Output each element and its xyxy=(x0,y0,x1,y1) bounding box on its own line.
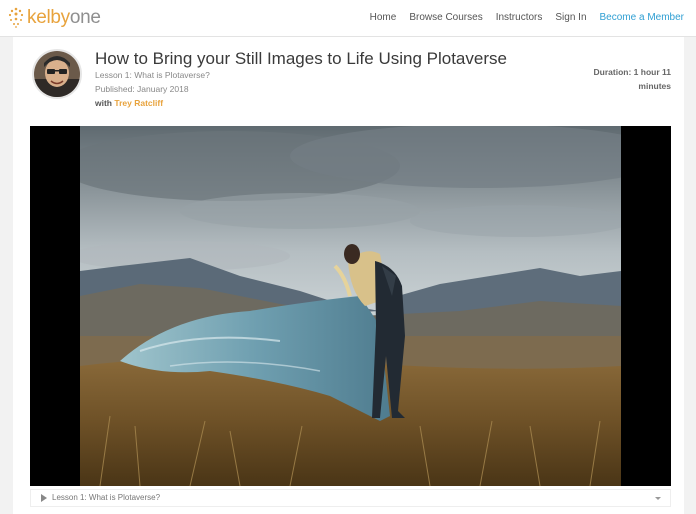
kelbyone-logo[interactable]: kelbyone xyxy=(8,6,101,30)
author-link[interactable]: Trey Ratcliff xyxy=(114,98,163,108)
nav-browse-courses-link[interactable]: Browse Courses xyxy=(409,12,482,23)
nav-sign-in-link[interactable]: Sign In xyxy=(555,12,586,23)
nav-links: Home Browse Courses Instructors Sign In … xyxy=(370,12,684,23)
lesson-number: Lesson 1: What is Plotaverse? xyxy=(95,70,210,80)
published-date: Published: January 2018 xyxy=(95,84,189,94)
lesson-selector-label: Lesson 1: What is Plotaverse? xyxy=(52,493,161,502)
lesson-selector[interactable]: Lesson 1: What is Plotaverse? xyxy=(30,489,671,507)
logo-sunburst-icon xyxy=(8,7,24,28)
author-line: with Trey Ratcliff xyxy=(95,98,163,108)
video-player[interactable] xyxy=(30,126,671,486)
video-still-image xyxy=(80,126,621,486)
top-navigation: kelbyone Home Browse Courses Instructors… xyxy=(0,0,696,37)
instructor-avatar[interactable] xyxy=(32,49,82,99)
course-title: How to Bring your Still Images to Life U… xyxy=(95,49,507,68)
caret-down-icon[interactable] xyxy=(655,497,661,500)
course-duration: Duration: 1 hour 11 minutes xyxy=(593,67,671,91)
with-label: with xyxy=(95,98,112,108)
nav-instructors-link[interactable]: Instructors xyxy=(496,12,543,23)
logo-text: kelbyone xyxy=(27,7,101,28)
nav-home-link[interactable]: Home xyxy=(370,12,397,23)
course-card: How to Bring your Still Images to Life U… xyxy=(13,37,684,514)
play-icon[interactable] xyxy=(41,494,47,502)
avatar-image xyxy=(34,51,80,97)
nav-become-member-link[interactable]: Become a Member xyxy=(600,12,684,23)
video-frame[interactable] xyxy=(80,126,621,486)
